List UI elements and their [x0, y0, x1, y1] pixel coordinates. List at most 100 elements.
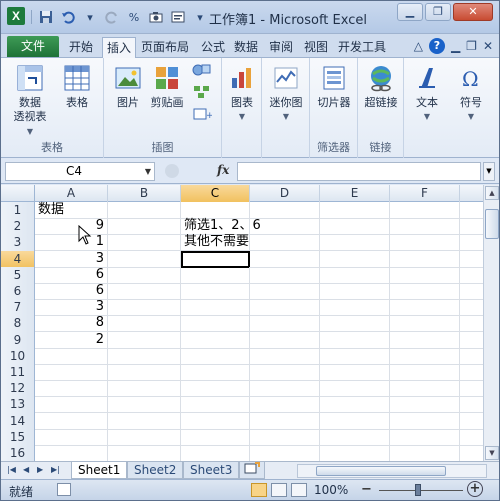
cell-f2[interactable] — [390, 218, 460, 236]
vertical-scrollbar[interactable]: ▲ ▼ — [483, 185, 499, 461]
cell-d3[interactable] — [250, 234, 320, 252]
horizontal-scroll-thumb[interactable] — [316, 466, 446, 476]
zoom-in-icon[interactable]: + — [467, 481, 483, 497]
next-sheet-icon[interactable]: ▶ — [37, 465, 43, 474]
ribbon-minimize-icon[interactable]: △ — [414, 39, 423, 53]
cell-d12[interactable] — [250, 380, 320, 398]
scroll-up-icon[interactable]: ▲ — [485, 186, 499, 200]
expand-formula-bar-icon[interactable]: ▼ — [483, 162, 495, 181]
cell-d1[interactable] — [250, 202, 320, 219]
active-cell[interactable] — [181, 250, 250, 268]
row-header[interactable]: 4 — [1, 250, 35, 268]
cell-d15[interactable] — [250, 428, 320, 446]
cell-d16[interactable] — [250, 445, 320, 461]
zoom-slider[interactable] — [379, 490, 463, 491]
cell-e10[interactable] — [320, 347, 390, 365]
cell-b15[interactable] — [108, 428, 181, 446]
cell-e16[interactable] — [320, 445, 390, 461]
cell-f5[interactable] — [390, 266, 460, 284]
cell-c13[interactable] — [181, 396, 250, 414]
cell-b5[interactable] — [108, 266, 181, 284]
screenshot-button[interactable]: + — [190, 106, 214, 126]
cell-a16[interactable] — [35, 445, 108, 461]
chevron-down-icon[interactable]: ▼ — [145, 163, 151, 180]
page-layout-view-icon[interactable] — [271, 483, 287, 497]
cell-b3[interactable] — [108, 234, 181, 252]
scroll-thumb[interactable] — [485, 209, 499, 239]
scroll-down-icon[interactable]: ▼ — [485, 446, 499, 460]
row-header[interactable]: 5 — [1, 266, 35, 284]
cell-c9[interactable] — [181, 331, 250, 349]
cell-f3[interactable] — [390, 234, 460, 252]
cell-e1[interactable] — [320, 202, 390, 219]
cell-f8[interactable] — [390, 315, 460, 333]
cell-f10[interactable] — [390, 347, 460, 365]
tab-review[interactable]: 审阅 — [269, 38, 293, 58]
prev-sheet-icon[interactable]: ◀ — [23, 465, 29, 474]
close-button[interactable]: ✕ — [453, 3, 493, 21]
cell-a9[interactable]: 2 — [35, 331, 108, 349]
cell-f12[interactable] — [390, 380, 460, 398]
cell-b13[interactable] — [108, 396, 181, 414]
cell-d8[interactable] — [250, 315, 320, 333]
cell-c15[interactable] — [181, 428, 250, 446]
undo-dropdown-icon[interactable]: ▾ — [82, 9, 98, 25]
cell-f7[interactable] — [390, 299, 460, 317]
cell-c2[interactable]: 筛选1、2、6 — [181, 218, 261, 236]
column-header-a[interactable]: A — [35, 185, 108, 202]
tab-view[interactable]: 视图 — [304, 38, 328, 58]
cell-b1[interactable] — [108, 202, 181, 219]
cell-d11[interactable] — [250, 364, 320, 381]
camera-icon[interactable] — [148, 9, 164, 25]
cell-a12[interactable] — [35, 380, 108, 398]
shapes-button[interactable] — [190, 62, 214, 82]
cell-e9[interactable] — [320, 331, 390, 349]
cell-a13[interactable] — [35, 396, 108, 414]
cell-f11[interactable] — [390, 364, 460, 381]
cell-c1[interactable] — [181, 202, 250, 219]
cell-f6[interactable] — [390, 283, 460, 300]
cell-d14[interactable] — [250, 412, 320, 430]
row-header[interactable]: 1 — [1, 202, 35, 219]
cell-e7[interactable] — [320, 299, 390, 317]
cell-b10[interactable] — [108, 347, 181, 365]
cell-b11[interactable] — [108, 364, 181, 381]
tab-home[interactable]: 开始 — [69, 38, 93, 58]
cell-f16[interactable] — [390, 445, 460, 461]
sheet-tab-3[interactable]: Sheet3 — [183, 462, 240, 479]
undo-icon[interactable] — [60, 9, 76, 25]
worksheet-grid[interactable]: ABCDEF 1 数据 2 9 筛选1、2、6 3 1 其他不需要 4 3 5 6 6 6 7 3 8 8 9 2 10… — [1, 185, 483, 461]
tab-insert[interactable]: 插入 — [102, 37, 137, 59]
cell-d10[interactable] — [250, 347, 320, 365]
cell-a10[interactable] — [35, 347, 108, 365]
hyperlink-button[interactable]: 超链接 — [361, 64, 401, 110]
cell-a2[interactable]: 9 — [35, 218, 108, 236]
cell-a6[interactable]: 6 — [35, 283, 108, 300]
doc-restore-icon[interactable]: ❐ — [466, 39, 477, 53]
excel-app-icon[interactable]: X — [7, 7, 25, 25]
cell-b9[interactable] — [108, 331, 181, 349]
picture-button[interactable]: 图片 — [112, 64, 144, 110]
cell-e12[interactable] — [320, 380, 390, 398]
name-box[interactable]: C4 ▼ — [5, 162, 155, 181]
cell-e11[interactable] — [320, 364, 390, 381]
column-header-f[interactable]: F — [390, 185, 460, 202]
row-header[interactable]: 14 — [1, 412, 35, 430]
horizontal-scrollbar[interactable] — [297, 464, 487, 478]
cell-c11[interactable] — [181, 364, 250, 381]
doc-close-icon[interactable]: ✕ — [483, 39, 493, 53]
column-header-b[interactable]: B — [108, 185, 181, 202]
cell-c7[interactable] — [181, 299, 250, 317]
insert-sheet-button[interactable] — [239, 462, 265, 479]
cell-b16[interactable] — [108, 445, 181, 461]
sheet-tab-1[interactable]: Sheet1 — [71, 462, 128, 479]
row-header[interactable]: 2 — [1, 218, 35, 236]
chart-button[interactable]: 图表 ▼ — [226, 64, 258, 124]
row-header[interactable]: 11 — [1, 364, 35, 381]
cell-c14[interactable] — [181, 412, 250, 430]
cell-f9[interactable] — [390, 331, 460, 349]
cell-f4[interactable] — [390, 250, 460, 268]
clipart-button[interactable]: 剪贴画 — [148, 64, 186, 110]
cell-c16[interactable] — [181, 445, 250, 461]
slicer-button[interactable]: 切片器 — [314, 64, 354, 110]
